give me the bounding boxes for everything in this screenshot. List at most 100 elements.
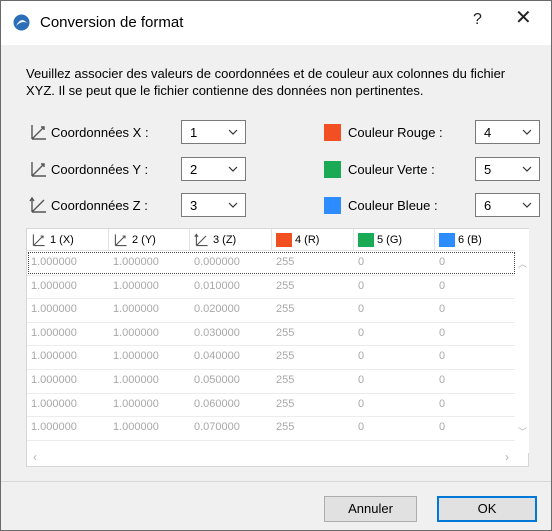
- coord-z-label: Coordonnées Z :: [51, 198, 148, 213]
- coord-z-select[interactable]: 3: [181, 193, 246, 217]
- table-cell: 0: [439, 421, 446, 434]
- chevron-down-icon: [228, 166, 238, 172]
- coord-y-label: Coordonnées Y :: [51, 162, 149, 177]
- vertical-scrollbar[interactable]: ︿ ﹀: [515, 229, 529, 453]
- table-cell: 0: [358, 421, 365, 434]
- column-header-label: 3 (Z): [213, 234, 237, 246]
- table-row[interactable]: 1.000000 1.000000 0.010000 255 0 0: [27, 276, 515, 300]
- table-row[interactable]: 1.000000 1.000000 0.000000 255 0 0: [27, 252, 515, 276]
- archicad-logo-icon: [13, 14, 30, 31]
- help-button[interactable]: ?: [473, 11, 482, 29]
- table-cell: 0: [358, 279, 365, 292]
- scroll-up-icon[interactable]: ︿: [518, 257, 527, 270]
- table-row[interactable]: 1.000000 1.000000 0.040000 255 0 0: [27, 346, 515, 370]
- table-cell: 0: [358, 373, 365, 386]
- table-cell: 255: [276, 279, 295, 292]
- table-cell: 0: [358, 256, 365, 268]
- blue-swatch-icon: [324, 197, 341, 214]
- color-red-value: 4: [484, 125, 492, 140]
- table-cell: 1.000000: [113, 256, 159, 268]
- table-cell: 1.000000: [113, 326, 159, 339]
- column-header-label: 5 (G): [377, 234, 403, 246]
- table-cell: 0.070000: [194, 421, 240, 434]
- blue-swatch-icon: [439, 233, 455, 247]
- table-header: 1 (X) 2 (Y) 3 (Z) 4 (R) 5 (G) 6 (B): [27, 229, 515, 251]
- ok-button[interactable]: OK: [437, 496, 537, 522]
- chevron-down-icon: [228, 129, 238, 135]
- table-body: 1.000000 1.000000 0.000000 255 0 0 1.000000 1.0…: [27, 252, 515, 441]
- color-blue-label: Couleur Bleue :: [348, 198, 438, 213]
- table-cell: 1.000000: [31, 279, 77, 292]
- coord-y-select[interactable]: 2: [181, 157, 246, 181]
- column-header-r[interactable]: 4 (R): [272, 229, 354, 251]
- coord-z-value: 3: [190, 198, 198, 213]
- scroll-left-icon[interactable]: ‹: [33, 450, 37, 464]
- axis-z-icon: [29, 196, 46, 213]
- table-cell: 0: [439, 326, 446, 339]
- chevron-down-icon: [228, 202, 238, 208]
- chevron-down-icon: [522, 166, 532, 172]
- column-header-label: 1 (X): [50, 234, 74, 246]
- horizontal-scrollbar[interactable]: ‹ ›: [27, 448, 515, 466]
- table-cell: 0: [439, 397, 446, 410]
- table-row[interactable]: 1.000000 1.000000 0.070000 255 0 0: [27, 417, 515, 441]
- table-cell: 0: [358, 303, 365, 316]
- coord-y-value: 2: [190, 162, 198, 177]
- column-header-label: 2 (Y): [132, 234, 156, 246]
- close-button[interactable]: ✕: [515, 8, 532, 28]
- table-cell: 0.050000: [194, 373, 240, 386]
- table-cell: 0.030000: [194, 326, 240, 339]
- color-red-label: Couleur Rouge :: [348, 125, 443, 140]
- coord-x-label: Coordonnées X :: [51, 125, 149, 140]
- red-swatch-icon: [324, 124, 341, 141]
- column-header-b[interactable]: 6 (B): [435, 229, 515, 251]
- table-cell: 1.000000: [31, 397, 77, 410]
- table-row[interactable]: 1.000000 1.000000 0.060000 255 0 0: [27, 394, 515, 418]
- axis-x-icon: [32, 234, 45, 247]
- table-cell: 1.000000: [113, 397, 159, 410]
- column-header-x[interactable]: 1 (X): [27, 229, 109, 251]
- table-row[interactable]: 1.000000 1.000000 0.050000 255 0 0: [27, 370, 515, 394]
- table-cell: 1.000000: [113, 303, 159, 316]
- table-row[interactable]: 1.000000 1.000000 0.030000 255 0 0: [27, 323, 515, 347]
- table-cell: 255: [276, 350, 295, 363]
- axis-y-icon: [31, 162, 46, 177]
- table-cell: 1.000000: [113, 421, 159, 434]
- coord-x-select[interactable]: 1: [181, 120, 246, 144]
- table-cell: 0.010000: [194, 279, 240, 292]
- color-blue-value: 6: [484, 198, 492, 213]
- table-cell: 0: [439, 303, 446, 316]
- table-cell: 0.060000: [194, 397, 240, 410]
- color-blue-select[interactable]: 6: [475, 193, 540, 217]
- column-header-label: 6 (B): [458, 234, 482, 246]
- table-cell: 1.000000: [113, 279, 159, 292]
- axis-y-icon: [114, 234, 127, 247]
- table-cell: 0: [358, 326, 365, 339]
- color-green-select[interactable]: 5: [475, 157, 540, 181]
- table-cell: 0.040000: [194, 350, 240, 363]
- scroll-right-icon[interactable]: ›: [505, 450, 509, 464]
- table-cell: 255: [276, 303, 295, 316]
- table-cell: 0: [439, 279, 446, 292]
- red-swatch-icon: [276, 233, 292, 247]
- coord-x-value: 1: [190, 125, 198, 140]
- column-header-y[interactable]: 2 (Y): [109, 229, 190, 251]
- table-cell: 1.000000: [31, 373, 77, 386]
- table-cell: 255: [276, 373, 295, 386]
- table-cell: 0.020000: [194, 303, 240, 316]
- scroll-down-icon[interactable]: ﹀: [518, 425, 527, 438]
- column-header-g[interactable]: 5 (G): [354, 229, 435, 251]
- cancel-button[interactable]: Annuler: [324, 496, 417, 522]
- color-green-label: Couleur Verte :: [348, 162, 435, 177]
- instructions-text: Veuillez associer des valeurs de coordon…: [26, 66, 506, 98]
- table-cell: 0: [358, 350, 365, 363]
- chevron-down-icon: [522, 202, 532, 208]
- title-bar[interactable]: Conversion de format ? ✕: [1, 1, 551, 45]
- color-red-select[interactable]: 4: [475, 120, 540, 144]
- preview-table[interactable]: 1 (X) 2 (Y) 3 (Z) 4 (R) 5 (G) 6 (B) 1.00…: [26, 228, 529, 467]
- table-row[interactable]: 1.000000 1.000000 0.020000 255 0 0: [27, 299, 515, 323]
- chevron-down-icon: [522, 129, 532, 135]
- column-header-z[interactable]: 3 (Z): [190, 229, 272, 251]
- table-cell: 1.000000: [31, 326, 77, 339]
- table-cell: 255: [276, 256, 295, 268]
